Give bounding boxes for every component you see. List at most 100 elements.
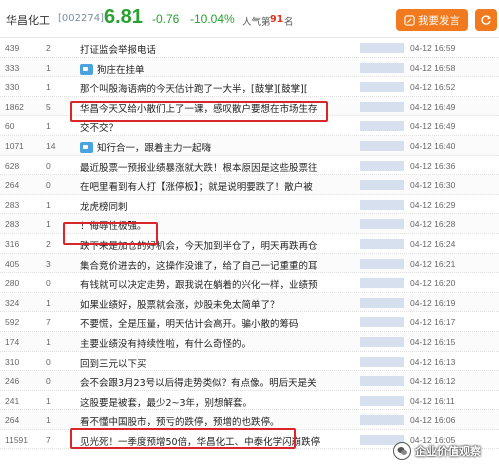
reply-count: 0	[46, 356, 51, 367]
read-count: 1071	[5, 140, 24, 151]
post-row[interactable]: 316 2 跌下来是加仓的好机会，今天加到半仓了，明天再跌再仓 04-12 16:24	[0, 233, 499, 254]
post-title-text: 打证监会举报电话	[80, 45, 157, 56]
post-row[interactable]: 592 7 不要慌，全是压量，明天估计会高开。骗小散的筹码 04-12 16:17	[0, 312, 499, 332]
reply-count: 1	[46, 415, 51, 426]
post-title-link[interactable]: 龙虎榜同刺	[80, 199, 350, 213]
author-name-blurred[interactable]	[360, 317, 404, 328]
post-title-link[interactable]: ！侮辱性极强。	[80, 218, 350, 232]
post-row[interactable]: 264 1 看不懂中国股市，预亏的跌停，预增的也跌停。 04-12 16:06	[0, 410, 499, 430]
post-row[interactable]: 174 1 主要业绩没有持续性啦，有什么奇怪的。 04-12 16:15	[0, 331, 499, 352]
author-name-blurred[interactable]	[360, 297, 404, 308]
post-time: 04-12 16:20	[410, 278, 456, 289]
post-title-link[interactable]: 打证监会举报电话	[80, 42, 350, 56]
author-name-blurred[interactable]	[360, 199, 404, 210]
post-row[interactable]: 283 1 ！侮辱性极强。 04-12 16:28	[0, 214, 499, 234]
post-time: 04-12 16:52	[410, 82, 456, 93]
post-time: 04-12 16:11	[410, 395, 455, 406]
post-row[interactable]: 60 1 交不交？ 04-12 16:49	[0, 116, 499, 136]
author-name-blurred[interactable]	[360, 82, 404, 93]
post-row[interactable]: 333 1 狗庄在挂单 04-12 16:58	[0, 57, 499, 78]
author-name-blurred[interactable]	[360, 395, 404, 406]
reply-count: 1	[46, 121, 51, 132]
post-title-link[interactable]: 那个叫殷海语病的今天估计跑了一大半，[鼓掌][鼓掌][	[80, 81, 350, 95]
post-title-link[interactable]: 在吧里看到有人打【涨停板】；就是说明要跌了！散户被	[80, 179, 350, 193]
reply-count: 7	[46, 434, 51, 445]
post-time: 04-12 16:21	[410, 258, 456, 269]
post-title-link[interactable]: 主要业绩没有持续性啦，有什么奇怪的。	[80, 336, 350, 350]
read-count: 324	[5, 297, 20, 308]
post-title-link[interactable]: 知行合一，跟着主力一起嗨	[80, 140, 350, 154]
author-name-blurred[interactable]	[360, 160, 404, 171]
post-row[interactable]: 439 2 打证监会举报电话 04-12 16:59	[0, 38, 499, 58]
post-title-link[interactable]: 交不交？	[80, 120, 350, 134]
author-name-blurred[interactable]	[360, 415, 404, 426]
post-time: 04-12 16:24	[410, 238, 456, 249]
post-title-link[interactable]: 回到三元以下买	[80, 356, 350, 370]
reply-count: 14	[46, 140, 56, 151]
post-title-link[interactable]: 华昌今天又给小散们上了一课，感叹散户要想在市场生存	[80, 101, 350, 115]
post-title-text: 不要慌，全是压量，明天估计会高开。骗小散的筹码	[80, 319, 299, 331]
post-row[interactable]: 324 1 如果业绩好，股票就会涨，炒股未免太简单了？ 04-12 16:19	[0, 292, 499, 313]
read-count: 11591	[5, 434, 29, 445]
post-title-link[interactable]: 如果业绩好，股票就会涨，炒股未免太简单了？	[80, 297, 350, 311]
post-title-link[interactable]: 跌下来是加仓的好机会，今天加到半仓了，明天再跌再仓	[80, 238, 350, 252]
post-title-text: 交不交？	[80, 123, 119, 135]
post-row[interactable]: 280 0 有钱就可以决定走势，跟我说在躺着的兴化一样，业绩预 04-12 16:20	[0, 273, 499, 293]
post-time: 04-12 16:40	[410, 140, 456, 151]
post-title-text: 见光死！一季度预增50倍，华昌化工、中泰化学闪崩跌停	[80, 436, 321, 448]
post-time: 04-12 16:12	[410, 376, 456, 387]
post-row[interactable]: 264 0 在吧里看到有人打【涨停板】；就是说明要跌了！散户被 04-12 16:30	[0, 175, 499, 195]
post-row[interactable]: 283 1 龙虎榜同刺 04-12 16:29	[0, 194, 499, 215]
post-title-text: 如果业绩好，股票就会涨，炒股未免太简单了？	[80, 299, 280, 311]
post-title-text: 有钱就可以决定走势，跟我说在躺着的兴化一样，业绩预	[80, 280, 318, 292]
post-title-link[interactable]: 这股要是被套，最少2~3年，别想解套。	[80, 395, 350, 409]
author-name-blurred[interactable]	[360, 238, 404, 249]
read-count: 405	[5, 258, 20, 269]
post-time: 04-12 16:59	[410, 43, 456, 53]
author-name-blurred[interactable]	[360, 140, 404, 151]
post-title-link[interactable]: 有钱就可以决定走势，跟我说在躺着的兴化一样，业绩预	[80, 277, 350, 291]
author-name-blurred[interactable]	[360, 336, 404, 347]
post-title-text: 会不会跟3月23号以后得走势类似？有点像。明后天是关	[80, 378, 317, 390]
post-time: 04-12 16:28	[410, 219, 456, 230]
author-name-blurred[interactable]	[360, 219, 404, 230]
post-row[interactable]: 628 0 最近股票一预报业绩暴涨就大跌！根本原因是这些股票往 04-12 16:36	[0, 155, 499, 176]
read-count: 60	[5, 121, 15, 132]
author-name-blurred[interactable]	[360, 43, 404, 53]
author-name-blurred[interactable]	[360, 356, 404, 367]
post-title-link[interactable]: 最近股票一预报业绩暴涨就大跌！根本原因是这些股票往	[80, 160, 350, 174]
post-button-label: 我要发言	[418, 14, 460, 27]
post-title-link[interactable]: 看不懂中国股市，预亏的跌停，预增的也跌停。	[80, 414, 350, 428]
stock-code: [002274]	[58, 13, 104, 24]
author-name-blurred[interactable]	[360, 121, 404, 132]
post-button[interactable]: 我要发言	[396, 9, 468, 31]
post-title-text: 最近股票一预报业绩暴涨就大跌！根本原因是这些股票往	[80, 162, 318, 174]
post-title-link[interactable]: 见光死！一季度预增50倍，华昌化工、中泰化学闪崩跌停	[80, 434, 350, 448]
author-name-blurred[interactable]	[360, 180, 404, 191]
author-name-blurred[interactable]	[360, 62, 404, 73]
post-title-text: 回到三元以下买	[80, 358, 147, 370]
post-title-text: 华昌今天又给小散们上了一课，感叹散户要想在市场生存	[80, 103, 318, 115]
refresh-button[interactable]	[475, 9, 497, 31]
post-title-link[interactable]: 会不会跟3月23号以后得走势类似？有点像。明后天是关	[80, 375, 350, 389]
post-title-link[interactable]: 集合竞价进去的，这操作没谁了，给了自己一记重重的耳	[80, 258, 350, 272]
post-row[interactable]: 330 1 那个叫殷海语病的今天估计跑了一大半，[鼓掌][鼓掌][04-12 16:…	[0, 77, 499, 97]
reply-count: 0	[46, 180, 51, 191]
post-title-link[interactable]: 狗庄在挂单	[80, 62, 350, 76]
author-name-blurred[interactable]	[360, 278, 404, 289]
author-name-blurred[interactable]	[360, 376, 404, 387]
post-row[interactable]: 246 0 会不会跟3月23号以后得走势类似？有点像。明后天是关 04-12 16:1…	[0, 371, 499, 391]
post-row[interactable]: 241 1 这股要是被套，最少2~3年，别想解套。 04-12 16:11	[0, 390, 499, 411]
wechat-logo-icon	[393, 442, 411, 460]
reply-count: 1	[46, 82, 51, 93]
post-title-link[interactable]: 不要慌，全是压量，明天估计会高开。骗小散的筹码	[80, 316, 350, 330]
author-name-blurred[interactable]	[360, 258, 404, 269]
stock-name[interactable]: 华昌化工	[6, 12, 50, 28]
author-name-blurred[interactable]	[360, 101, 404, 112]
post-row[interactable]: 310 0 回到三元以下买 04-12 16:13	[0, 351, 499, 372]
reply-count: 2	[46, 43, 51, 53]
post-row[interactable]: 1071 14 知行合一，跟着主力一起嗨 04-12 16:40	[0, 135, 499, 156]
reply-count: 5	[46, 101, 51, 112]
post-row[interactable]: 1862 5 华昌今天又给小散们上了一课，感叹散户要想在市场生存 04-12 16:4…	[0, 96, 499, 117]
post-row[interactable]: 405 3 集合竞价进去的，这操作没谁了，给了自己一记重重的耳 04-12 16:21	[0, 253, 499, 274]
